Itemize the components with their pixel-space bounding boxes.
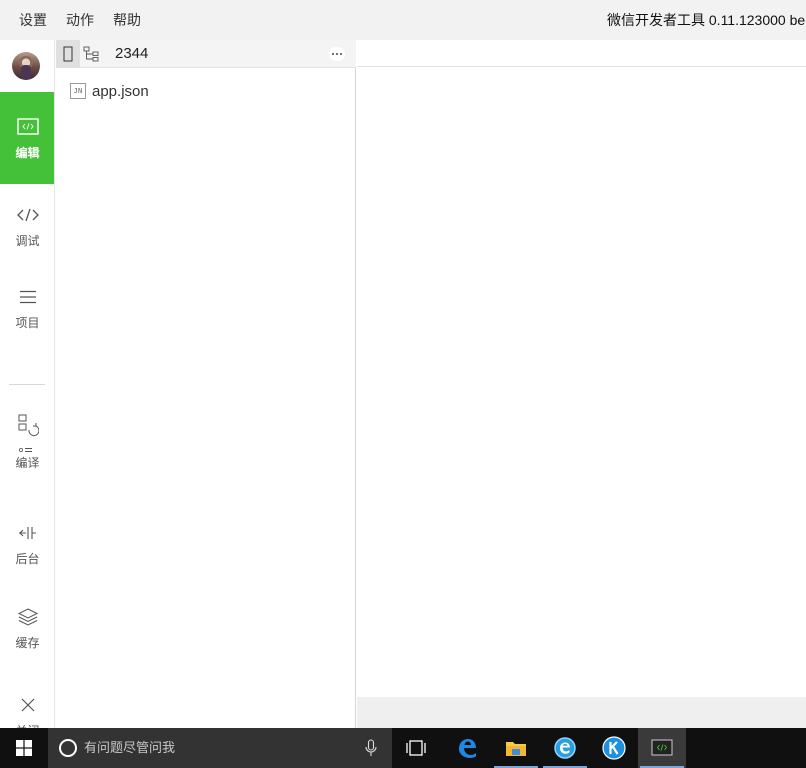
menu-actions[interactable]: 动作: [66, 10, 94, 30]
search-box[interactable]: 有问题尽管问我: [48, 728, 392, 768]
sidebar-item-label: 项目: [15, 316, 40, 330]
close-icon: [17, 694, 39, 716]
tree-icon: [83, 46, 99, 62]
task-view-icon: [406, 740, 426, 756]
sidebar-item-debug[interactable]: 调试: [0, 184, 54, 276]
taskbar-app-k[interactable]: [590, 728, 638, 768]
sidebar-item-label: 编译: [15, 456, 40, 470]
menu-settings[interactable]: 设置: [19, 10, 47, 30]
file-panel: 2344 JN app.json: [56, 40, 356, 728]
file-panel-toolbar: 2344: [56, 40, 356, 68]
windows-logo-icon: [16, 740, 32, 756]
cortana-icon: [59, 739, 77, 757]
editor-area[interactable]: [357, 40, 806, 728]
sidebar-item-close[interactable]: 关闭: [0, 674, 54, 728]
phone-view-toggle[interactable]: [56, 40, 80, 68]
sidebar: 编辑 调试 项目 编译 后台 缓存: [0, 40, 55, 728]
more-dot: [336, 53, 338, 55]
sidebar-item-cache[interactable]: 缓存: [0, 588, 54, 680]
sidebar-item-edit[interactable]: 编辑: [0, 92, 54, 184]
code-box-icon: [16, 116, 39, 138]
taskbar-app-ie[interactable]: [541, 728, 589, 768]
app-title: 微信开发者工具 0.11.123000 be: [607, 12, 806, 28]
task-view-button[interactable]: [392, 728, 440, 768]
file-name: app.json: [92, 82, 149, 100]
more-dot: [340, 53, 342, 55]
more-options-button[interactable]: [329, 47, 345, 61]
folder-icon: [506, 742, 526, 756]
compile-icon: [17, 414, 39, 453]
phone-icon: [63, 46, 73, 62]
microphone-icon[interactable]: [364, 739, 378, 757]
sidebar-item-project[interactable]: 项目: [0, 266, 54, 358]
start-button[interactable]: [0, 728, 48, 768]
tree-view-toggle[interactable]: [80, 40, 104, 68]
layers-icon: [17, 606, 39, 628]
project-name: 2344: [115, 45, 149, 62]
sidebar-item-compile[interactable]: 编译: [0, 400, 54, 492]
sidebar-item-backend[interactable]: 后台: [0, 502, 54, 594]
sidebar-item-label: 后台: [15, 552, 40, 566]
backend-icon: [17, 522, 39, 544]
menubar: 设置 动作 帮助 微信开发者工具 0.11.123000 be: [0, 0, 806, 40]
sidebar-item-label: 缓存: [15, 636, 40, 650]
json-file-icon: JN: [70, 83, 86, 99]
avatar[interactable]: [12, 52, 40, 80]
sidebar-divider: [9, 384, 45, 385]
taskbar: 有问题尽管问我: [0, 728, 806, 768]
more-dot: [332, 53, 334, 55]
taskbar-app-devtools[interactable]: [638, 728, 686, 768]
menu-help[interactable]: 帮助: [113, 10, 141, 30]
edge-icon: [459, 739, 476, 758]
sidebar-item-label: 调试: [15, 234, 40, 248]
file-item[interactable]: JN app.json: [70, 80, 149, 102]
code-brackets-icon: [16, 204, 39, 226]
avatar-container[interactable]: [0, 40, 54, 92]
menu-lines-icon: [17, 286, 39, 308]
taskbar-app-file-explorer[interactable]: [492, 728, 540, 768]
k-app-icon: [602, 736, 626, 760]
search-placeholder: 有问题尽管问我: [84, 740, 176, 755]
editor-status-bar: [357, 697, 806, 728]
taskbar-app-edge[interactable]: [443, 728, 491, 768]
sidebar-item-label: 编辑: [15, 146, 40, 160]
editor-tab-bar: [357, 40, 806, 67]
devtools-icon: [651, 739, 673, 756]
ie-icon: [554, 737, 576, 759]
